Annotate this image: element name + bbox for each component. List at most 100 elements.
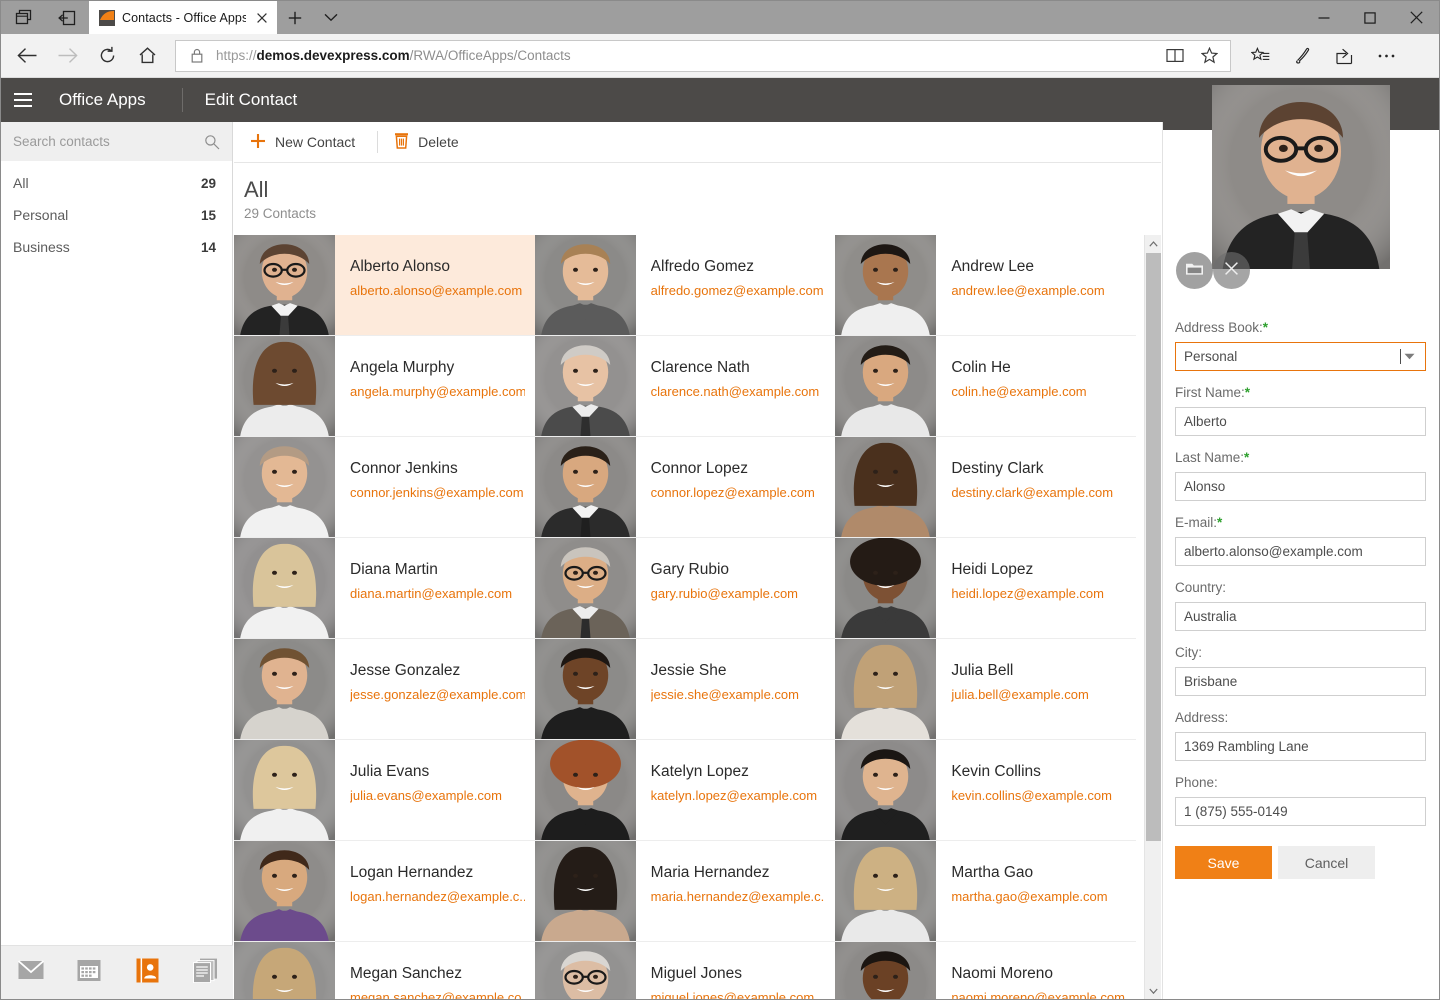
back-arrow-icon[interactable] [7, 39, 47, 73]
contact-email[interactable]: angela.murphy@example.com [350, 377, 525, 400]
input-phone[interactable]: 1 (875) 555-0149 [1175, 797, 1426, 826]
contact-email[interactable]: andrew.lee@example.com [951, 276, 1126, 299]
contact-card[interactable]: Julia Evans julia.evans@example.com [234, 740, 535, 841]
contact-email[interactable]: martha.gao@example.com [951, 882, 1126, 905]
browse-photo-button[interactable] [1176, 252, 1213, 289]
contact-email[interactable]: alberto.alonso@example.com [350, 276, 525, 299]
more-options-button[interactable] [1365, 39, 1407, 73]
input-address-book[interactable]: Personal [1175, 342, 1426, 371]
calendar-module-button[interactable] [69, 953, 109, 993]
contact-email[interactable]: connor.lopez@example.com [651, 478, 826, 501]
contact-email[interactable]: jesse.gonzalez@example.com [350, 680, 525, 703]
contact-email[interactable]: heidi.lopez@example.com [951, 579, 1126, 602]
contact-email[interactable]: naomi.moreno@example.com [951, 983, 1126, 999]
input-country[interactable]: Australia [1175, 602, 1426, 631]
contact-card[interactable]: Kevin Collins kevin.collins@example.com [835, 740, 1136, 841]
contact-card[interactable]: Miguel Jones miguel.jones@example.com [534, 942, 836, 999]
contact-email[interactable]: colin.he@example.com [951, 377, 1126, 400]
scrollbar-thumb[interactable] [1146, 253, 1161, 841]
contact-card[interactable]: Katelyn Lopez katelyn.lopez@example.com [534, 740, 836, 841]
scroll-up-arrow-icon[interactable] [1145, 235, 1161, 252]
contact-card[interactable]: Colin He colin.he@example.com [835, 336, 1136, 437]
delete-button[interactable]: Delete [388, 126, 470, 158]
contact-card[interactable]: Connor Lopez connor.lopez@example.com [534, 437, 836, 538]
contact-card[interactable]: Julia Bell julia.bell@example.com [835, 639, 1136, 740]
web-notes-pen-icon[interactable] [1281, 39, 1323, 73]
tab-preview-icon[interactable] [1, 1, 45, 34]
contact-card[interactable]: Logan Hernandez logan.hernandez@example.c… [234, 841, 535, 942]
input-address[interactable]: 1369 Rambling Lane [1175, 732, 1426, 761]
input-last-name[interactable]: Alonso [1175, 472, 1426, 501]
set-tabs-aside-icon[interactable] [45, 1, 89, 34]
input-city[interactable]: Brisbane [1175, 667, 1426, 696]
hamburger-icon[interactable] [1, 78, 45, 122]
remove-photo-button[interactable] [1213, 252, 1250, 289]
contact-card[interactable]: Connor Jenkins connor.jenkins@example.com [234, 437, 535, 538]
contact-email[interactable]: katelyn.lopez@example.com [651, 781, 826, 804]
window-maximize-button[interactable] [1347, 1, 1393, 34]
close-tab-icon[interactable] [253, 9, 271, 27]
window-minimize-button[interactable] [1301, 1, 1347, 34]
contact-email[interactable]: destiny.clark@example.com [951, 478, 1126, 501]
favorite-star-icon[interactable] [1192, 41, 1226, 71]
contact-card[interactable]: Megan Sanchez megan.sanchez@example.co... [234, 942, 535, 999]
search-input[interactable] [13, 134, 202, 149]
contact-email[interactable]: alfredo.gomez@example.com [651, 276, 826, 299]
contact-name: Alberto Alonso [350, 258, 450, 275]
contact-card[interactable]: Martha Gao martha.gao@example.com [835, 841, 1136, 942]
scroll-down-arrow-icon[interactable] [1145, 982, 1161, 999]
contact-email[interactable]: jessie.she@example.com [651, 680, 826, 703]
home-icon[interactable] [127, 39, 167, 73]
documents-module-button[interactable] [185, 953, 225, 993]
chevron-down-icon[interactable] [1401, 353, 1417, 360]
contact-email[interactable]: diana.martin@example.com [350, 579, 525, 602]
contact-card[interactable]: Naomi Moreno naomi.moreno@example.com [835, 942, 1136, 999]
favorites-hub-star-list-icon[interactable] [1239, 39, 1281, 73]
sidebar-item-business[interactable]: Business 14 [1, 231, 232, 263]
contact-email[interactable]: kevin.collins@example.com [951, 781, 1126, 804]
contact-card[interactable]: Diana Martin diana.martin@example.com [234, 538, 535, 639]
search-icon[interactable] [202, 134, 222, 150]
contact-list-scrollbar[interactable] [1144, 235, 1161, 999]
new-tab-button[interactable] [277, 1, 313, 34]
browser-tab[interactable]: Contacts - Office Apps I [89, 1, 277, 34]
contact-email[interactable]: connor.jenkins@example.com [350, 478, 525, 501]
contact-email[interactable]: megan.sanchez@example.co... [350, 983, 525, 999]
share-icon[interactable] [1323, 39, 1365, 73]
refresh-icon[interactable] [87, 39, 127, 73]
contact-email[interactable]: miguel.jones@example.com [651, 983, 826, 999]
contact-card[interactable]: Maria Hernandez maria.hernandez@example.c… [534, 841, 836, 942]
input-first-name[interactable]: Alberto [1175, 407, 1426, 436]
new-contact-button[interactable]: New Contact [244, 126, 367, 158]
address-bar[interactable]: https://demos.devexpress.com/RWA/OfficeA… [175, 39, 1231, 72]
contacts-module-button[interactable] [127, 953, 167, 993]
save-button[interactable]: Save [1175, 846, 1272, 879]
contact-card[interactable]: Angela Murphy angela.murphy@example.com [234, 336, 535, 437]
cancel-button[interactable]: Cancel [1278, 846, 1375, 879]
sidebar-item-label: Business [13, 239, 70, 255]
sidebar-item-personal[interactable]: Personal 15 [1, 199, 232, 231]
contact-card[interactable]: Clarence Nath clarence.nath@example.com [534, 336, 836, 437]
search-contacts-box[interactable] [1, 122, 232, 161]
input-e-mail[interactable]: alberto.alonso@example.com [1175, 537, 1426, 566]
reading-view-book-icon[interactable] [1158, 41, 1192, 71]
contact-email[interactable]: julia.bell@example.com [951, 680, 1126, 703]
contact-card[interactable]: Andrew Lee andrew.lee@example.com [835, 235, 1136, 336]
contact-card[interactable]: Jesse Gonzalez jesse.gonzalez@example.com [234, 639, 535, 740]
contact-card[interactable]: Jessie She jessie.she@example.com [534, 639, 836, 740]
window-close-button[interactable] [1393, 1, 1439, 34]
contact-card[interactable]: Gary Rubio gary.rubio@example.com [534, 538, 836, 639]
contact-card[interactable]: Destiny Clark destiny.clark@example.com [835, 437, 1136, 538]
contact-card[interactable]: Alfredo Gomez alfredo.gomez@example.com [534, 235, 836, 336]
contact-email[interactable]: maria.hernandez@example.c... [651, 882, 826, 905]
contact-email[interactable]: clarence.nath@example.com [651, 377, 826, 400]
contact-card[interactable]: Heidi Lopez heidi.lopez@example.com [835, 538, 1136, 639]
contact-email[interactable]: gary.rubio@example.com [651, 579, 826, 602]
contact-email[interactable]: logan.hernandez@example.c... [350, 882, 525, 905]
mail-module-button[interactable] [11, 953, 51, 993]
contact-card[interactable]: Alberto Alonso alberto.alonso@example.com [234, 235, 535, 336]
tab-list-chevron-down-icon[interactable] [313, 1, 349, 34]
contact-email[interactable]: julia.evans@example.com [350, 781, 525, 804]
contact-avatar [234, 740, 335, 840]
sidebar-item-all[interactable]: All 29 [1, 167, 232, 199]
